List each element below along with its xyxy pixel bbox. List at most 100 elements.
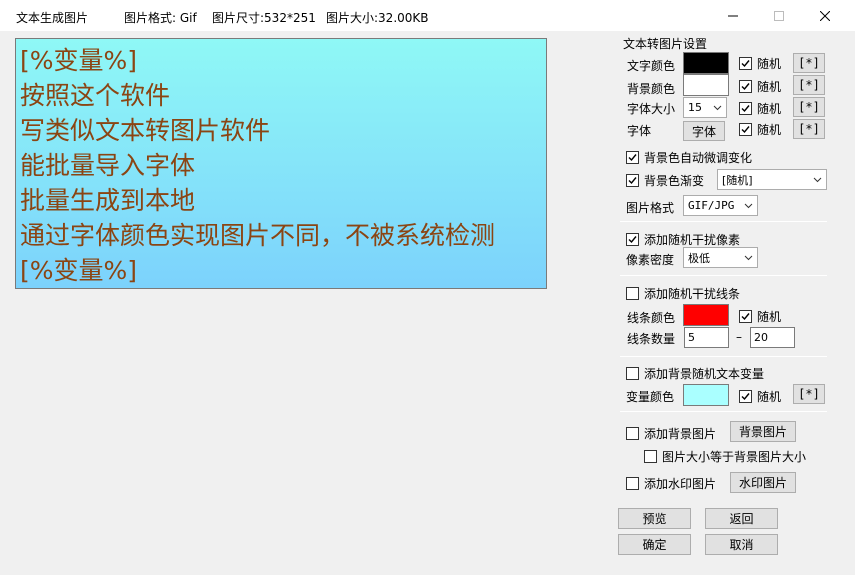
- noise-line-label: 添加随机干扰线条: [644, 287, 741, 301]
- variable-color-random-checkbox[interactable]: 随机: [739, 388, 781, 405]
- preview-line: 能批量导入字体: [20, 151, 196, 180]
- preview-button[interactable]: 预览: [618, 508, 691, 529]
- bg-image-label: 添加背景图片: [644, 427, 717, 441]
- line-color-swatch[interactable]: [683, 304, 729, 326]
- close-button[interactable]: [802, 0, 848, 31]
- preview-line: [%变量%]: [20, 256, 138, 285]
- bg-image-checkbox[interactable]: 添加背景图片: [626, 425, 716, 442]
- maximize-button[interactable]: [756, 0, 802, 31]
- random-label: 随机: [757, 310, 782, 324]
- bg-color-swatch[interactable]: [683, 74, 729, 96]
- bg-color-random-checkbox[interactable]: 随机: [739, 78, 781, 95]
- ok-button[interactable]: 确定: [618, 534, 691, 555]
- bg-color-label: 背景颜色: [627, 82, 676, 96]
- back-button[interactable]: 返回: [705, 508, 778, 529]
- noise-pixel-checkbox[interactable]: 添加随机干扰像素: [626, 231, 740, 248]
- line-color-label: 线条颜色: [627, 311, 676, 325]
- random-label: 随机: [757, 80, 782, 94]
- line-count-separator: –: [736, 330, 742, 344]
- checkmark-icon: [628, 177, 637, 185]
- bg-gradient-label: 背景色渐变: [644, 174, 705, 188]
- variable-color-random-button[interactable]: [*]: [793, 384, 825, 404]
- watermark-button[interactable]: 水印图片: [730, 472, 796, 493]
- checkmark-icon: [628, 154, 637, 162]
- preview-line: [%变量%]: [20, 46, 138, 75]
- checkmark-icon: [741, 60, 750, 68]
- chevron-down-icon: [744, 203, 753, 209]
- pixel-density-select[interactable]: 极低: [683, 247, 758, 268]
- cancel-button[interactable]: 取消: [705, 534, 778, 555]
- bg-gradient-value: [随机]: [722, 173, 753, 187]
- bg-gradient-checkbox[interactable]: 背景色渐变: [626, 172, 704, 189]
- font-size-random-checkbox[interactable]: 随机: [739, 100, 781, 117]
- minimize-button[interactable]: [710, 0, 756, 31]
- text-color-random-checkbox[interactable]: 随机: [739, 55, 781, 72]
- bg-variable-checkbox[interactable]: 添加背景随机文本变量: [626, 365, 764, 382]
- font-size-select[interactable]: 15: [683, 97, 727, 118]
- checkmark-icon: [628, 236, 637, 244]
- image-size-info: 图片尺寸:532*251: [212, 11, 316, 25]
- font-random-button[interactable]: [*]: [793, 119, 825, 139]
- image-format-info: 图片格式: Gif: [124, 11, 197, 25]
- bg-size-label: 图片大小等于背景图片大小: [662, 450, 807, 464]
- bg-image-button[interactable]: 背景图片: [730, 421, 796, 442]
- preview-image: [%变量%] 按照这个软件 写类似文本转图片软件 能批量导入字体 批量生成到本地…: [15, 38, 547, 289]
- line-color-random-checkbox[interactable]: 随机: [739, 308, 781, 325]
- font-label: 字体: [627, 124, 652, 138]
- text-color-swatch[interactable]: [683, 52, 729, 74]
- random-label: 随机: [757, 390, 782, 404]
- font-random-checkbox[interactable]: 随机: [739, 121, 781, 138]
- chevron-down-icon: [713, 105, 722, 111]
- line-count-label: 线条数量: [627, 332, 676, 346]
- random-label: 随机: [757, 57, 782, 71]
- maximize-icon: [774, 10, 784, 21]
- random-label: 随机: [757, 102, 782, 116]
- font-size-value: 15: [688, 101, 702, 114]
- settings-group-title: 文本转图片设置: [623, 37, 708, 51]
- text-color-random-button[interactable]: [*]: [793, 53, 825, 73]
- preview-line: 批量生成到本地: [20, 186, 196, 215]
- font-size-label: 字体大小: [627, 102, 676, 116]
- variable-color-swatch[interactable]: [683, 384, 729, 406]
- image-format-select[interactable]: GIF/JPG: [683, 195, 758, 216]
- minimize-icon: [728, 15, 738, 16]
- title-bar: 文本生成图片 图片格式: Gif 图片尺寸:532*251 图片大小:32.00…: [0, 0, 855, 31]
- preview-line: 写类似文本转图片软件: [20, 116, 271, 145]
- bg-auto-adjust-checkbox[interactable]: 背景色自动微调变化: [626, 149, 752, 166]
- bg-auto-adjust-label: 背景色自动微调变化: [644, 151, 753, 165]
- divider: [620, 411, 827, 412]
- divider: [620, 221, 827, 222]
- checkmark-icon: [741, 126, 750, 134]
- line-count-max-input[interactable]: 20: [750, 327, 795, 348]
- window-title: 文本生成图片: [16, 11, 89, 25]
- checkmark-icon: [741, 105, 750, 113]
- noise-line-checkbox[interactable]: 添加随机干扰线条: [626, 285, 740, 302]
- pixel-density-value: 极低: [688, 251, 710, 265]
- image-format-value: GIF/JPG: [688, 199, 735, 212]
- bg-variable-label: 添加背景随机文本变量: [644, 367, 765, 381]
- watermark-checkbox[interactable]: 添加水印图片: [626, 475, 716, 492]
- divider: [620, 356, 827, 357]
- close-icon: [820, 10, 830, 21]
- preview-line: 通过字体颜色实现图片不同，不被系统检测: [20, 221, 496, 250]
- font-size-random-button[interactable]: [*]: [793, 97, 825, 117]
- variable-color-label: 变量颜色: [626, 390, 675, 404]
- chevron-down-icon: [813, 177, 822, 183]
- bg-color-random-button[interactable]: [*]: [793, 75, 825, 95]
- bg-gradient-select[interactable]: [随机]: [717, 169, 827, 190]
- image-filesize-info: 图片大小:32.00KB: [326, 11, 429, 25]
- watermark-label: 添加水印图片: [644, 477, 717, 491]
- checkmark-icon: [741, 83, 750, 91]
- pixel-density-label: 像素密度: [626, 253, 675, 267]
- bg-size-checkbox[interactable]: 图片大小等于背景图片大小: [644, 448, 806, 465]
- line-count-min-value: 5: [688, 331, 695, 344]
- image-format-label: 图片格式: [626, 201, 675, 215]
- divider: [620, 275, 827, 276]
- checkmark-icon: [741, 313, 750, 321]
- text-color-label: 文字颜色: [627, 59, 676, 73]
- line-count-min-input[interactable]: 5: [684, 327, 729, 348]
- line-count-max-value: 20: [754, 331, 768, 344]
- noise-pixel-label: 添加随机干扰像素: [644, 233, 741, 247]
- random-label: 随机: [757, 123, 782, 137]
- font-button[interactable]: 字体: [683, 121, 725, 141]
